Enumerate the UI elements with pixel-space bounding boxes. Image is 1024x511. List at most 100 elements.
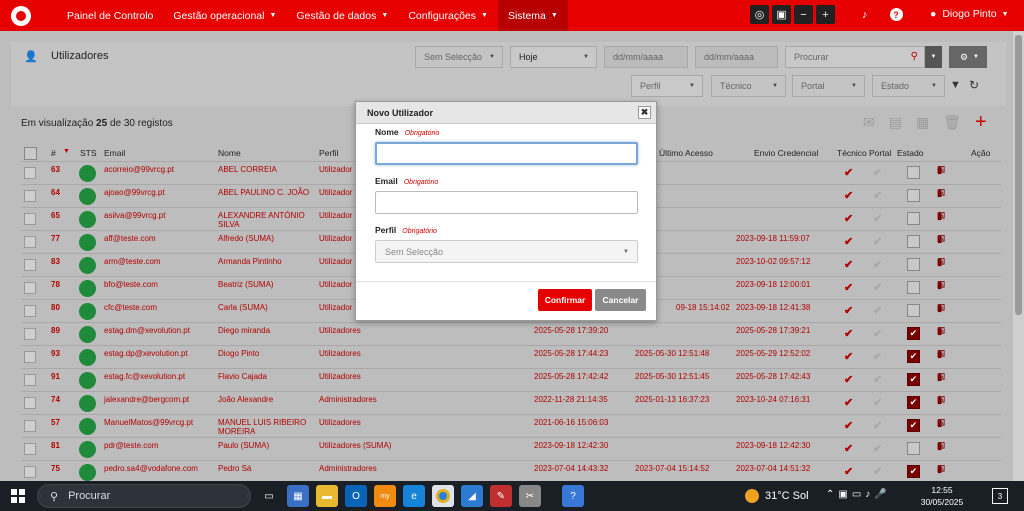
table-row[interactable]: 74 jalexandre@bergcom.pt João Alexandre Adm… [21,391,1001,414]
profile-filter[interactable]: Perfil ▼ [631,75,703,97]
menu-item-1[interactable]: Gestão operacional ▼ [163,0,286,31]
period-select[interactable]: Hoje ▼ [510,46,597,68]
select-all-checkbox[interactable] [24,147,37,160]
settings-button[interactable]: ⚙ ▼ [949,46,987,68]
pycharm-icon[interactable]: ◢ [461,485,483,507]
copy-icon[interactable]: ❐ [937,303,948,314]
task-view-icon[interactable]: ▭ [258,485,280,507]
row-checkbox[interactable] [24,466,36,478]
menu-item-3[interactable]: Configurações ▼ [398,0,498,31]
row-checkbox[interactable] [24,305,36,317]
snipping-tool-icon[interactable]: ✂ [519,485,541,507]
state-filter[interactable]: Estado ▼ [872,75,945,97]
copy-icon[interactable]: ❐ [937,395,948,406]
copy-icon[interactable]: ❐ [937,234,948,245]
add-user-button[interactable]: + [975,112,987,132]
row-checkbox[interactable] [24,190,36,202]
confirm-button[interactable]: Confirmar [538,289,592,311]
copy-icon[interactable]: ❐ [937,280,948,291]
filter-icon[interactable]: ▼ [950,79,961,91]
menu-item-0[interactable]: Painel de Controlo [57,0,163,31]
close-icon[interactable]: ✖ [638,106,651,119]
search-options-button[interactable]: ▼ [925,46,942,68]
column-portal[interactable]: Portal [869,148,891,158]
plus-icon[interactable]: + [816,5,835,24]
search-icon[interactable]: ⚲ [911,51,918,62]
name-input[interactable] [375,142,638,165]
column-sts[interactable]: STS [80,148,97,158]
edge-icon[interactable]: e [403,485,425,507]
system-tray[interactable]: ⌃▣▭♪🎤 [826,489,891,500]
column-email[interactable]: Email [104,148,125,158]
date-to-input[interactable]: dd/mm/aaaa [695,46,778,68]
row-checkbox[interactable] [24,443,36,455]
date-from-input[interactable]: dd/mm/aaaa [604,46,688,68]
column-technician[interactable]: Técnico [837,148,867,158]
weather-widget[interactable]: 31°C Sol [745,489,809,503]
table-row[interactable]: 57 ManuelMatos@99vrcg.pt MANUEL LUIS RIBEI… [21,414,1001,437]
row-checkbox[interactable] [24,236,36,248]
windows-start-icon[interactable] [11,489,25,503]
menu-item-2[interactable]: Gestão de dados ▼ [286,0,398,31]
menu-item-4[interactable]: Sistema ▼ [497,0,568,31]
excel-icon[interactable]: ▦ [916,114,929,131]
selection-select[interactable]: Sem Selecção ▼ [415,46,503,68]
table-row[interactable]: 75 pedro.sa4@vodafone.com Pedro Sá Administ… [21,460,1001,483]
table-row[interactable]: 91 estag.fc@xevolution.pt Flavio Cajada Uti… [21,368,1001,391]
profile-select[interactable]: Sem Selecção ▼ [375,240,638,263]
user-menu[interactable]: ● Diogo Pinto ▼ [930,8,1009,20]
paint-icon[interactable]: ✎ [490,485,512,507]
column-profile[interactable]: Perfil [319,148,338,158]
outlook-icon[interactable]: O [345,485,367,507]
portal-filter[interactable]: Portal ▼ [792,75,865,97]
minus-icon[interactable]: − [794,5,813,24]
row-checkbox[interactable] [24,374,36,386]
row-checkbox[interactable] [24,213,36,225]
email-input[interactable] [375,191,638,214]
mail-icon[interactable]: ✉ [863,114,875,131]
bell-icon[interactable]: ♪ [862,9,868,21]
copy-icon[interactable]: ❐ [937,418,948,429]
state-checkbox[interactable]: ✔ [907,350,920,363]
notification-center[interactable]: 3 [992,488,1008,504]
copy-icon[interactable]: ❐ [937,372,948,383]
contact-card-icon[interactable]: ▣ [772,5,791,24]
help-app-icon[interactable]: ? [562,485,584,507]
file-explorer-icon[interactable]: ▬ [316,485,338,507]
state-checkbox[interactable] [907,166,920,179]
column-name[interactable]: Nome [218,148,241,158]
state-checkbox[interactable]: ✔ [907,396,920,409]
copy-icon[interactable]: ❐ [937,441,948,452]
trash-icon[interactable]: 🗑 [943,114,961,131]
state-checkbox[interactable] [907,212,920,225]
print-icon[interactable]: ▤ [889,114,902,131]
taskbar-search[interactable]: ⚲ Procurar [37,484,251,508]
table-row[interactable]: 81 pdr@teste.com Paulo (SUMA) Utilizadores … [21,437,1001,460]
sort-desc-icon[interactable]: ▼ [63,148,70,155]
table-row[interactable]: 93 estag.dp@xevolution.pt Diogo Pinto Utili… [21,345,1001,368]
copy-icon[interactable]: ❐ [937,349,948,360]
column-state[interactable]: Estado [897,148,923,158]
state-checkbox[interactable]: ✔ [907,373,920,386]
state-checkbox[interactable] [907,189,920,202]
copy-icon[interactable]: ❐ [937,188,948,199]
state-checkbox[interactable] [907,304,920,317]
help-icon[interactable]: ? [889,8,903,21]
row-checkbox[interactable] [24,351,36,363]
state-checkbox[interactable] [907,281,920,294]
state-checkbox[interactable]: ✔ [907,419,920,432]
copy-icon[interactable]: ❐ [937,211,948,222]
copy-icon[interactable]: ❐ [937,326,948,337]
vertical-scrollbar[interactable] [1013,31,1024,481]
myapp-icon[interactable]: my [374,485,396,507]
column-num[interactable]: # [51,148,56,158]
cancel-button[interactable]: Cancelar [595,289,646,311]
row-checkbox[interactable] [24,167,36,179]
row-checkbox[interactable] [24,397,36,409]
store-icon[interactable]: ▦ [287,485,309,507]
copy-icon[interactable]: ❐ [937,257,948,268]
search-input[interactable]: Procurar ⚲ [785,46,925,68]
table-row[interactable]: 89 estag.dm@xevolution.pt Diego miranda Uti… [21,322,1001,345]
state-checkbox[interactable] [907,235,920,248]
taskbar-clock[interactable]: 12:55 30/05/2025 [920,484,964,508]
